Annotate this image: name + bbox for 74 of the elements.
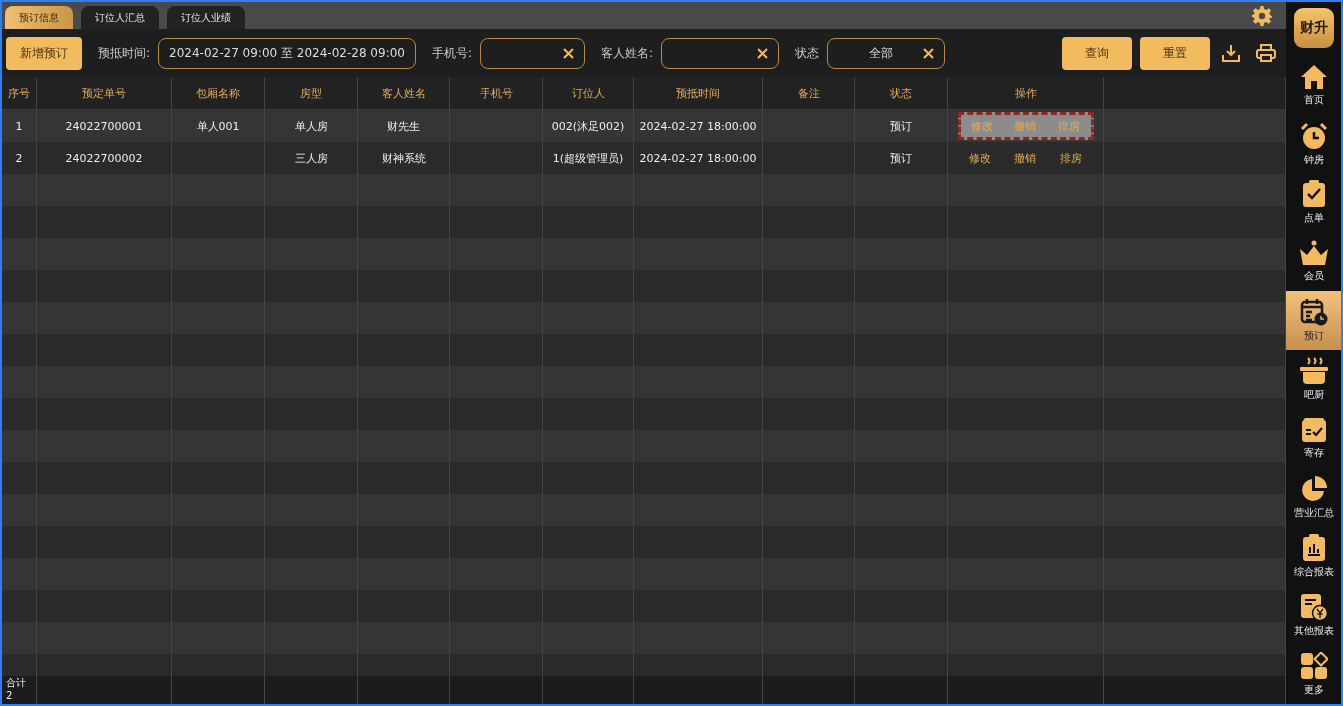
column-header: 状态 — [855, 77, 948, 109]
column-header: 手机号 — [450, 77, 543, 109]
table-cell: 预订 — [890, 118, 912, 134]
sidebar-item[interactable]: 会员 — [1286, 232, 1341, 292]
sidebar-item[interactable]: 预订 — [1286, 291, 1341, 351]
filter-label: 客人姓名: — [601, 44, 654, 62]
crown-icon — [1298, 240, 1329, 267]
column-header: 客人姓名 — [358, 77, 450, 109]
clear-icon[interactable] — [757, 47, 769, 59]
table-cell: 2024-02-27 18:00:00 — [639, 119, 757, 133]
sidebar-item[interactable]: 钟房 — [1286, 114, 1341, 174]
column-header: 备注 — [763, 77, 855, 109]
clear-icon[interactable] — [923, 47, 935, 59]
tab[interactable]: 订位人汇总 — [81, 6, 159, 29]
action-link[interactable]: 修改 — [969, 150, 992, 166]
table-cell: 预订 — [890, 150, 912, 166]
table-cell: 单人001 — [196, 118, 240, 134]
print-icon[interactable] — [1256, 44, 1276, 62]
yen-document-icon — [1299, 593, 1328, 622]
filter-field[interactable]: 2024-02-27 09:00 至 2024-02-28 09:00 — [158, 37, 416, 69]
table-cell: 24022700001 — [65, 119, 143, 133]
table-cell: 24022700002 — [65, 151, 143, 165]
sidebar-item[interactable]: 首页 — [1286, 55, 1341, 115]
app-logo: 财升 — [1293, 8, 1334, 48]
storage-check-icon — [1300, 417, 1327, 444]
column-header: 订位人 — [543, 77, 634, 109]
table-cell: 2024-02-27 18:00:00 — [639, 151, 757, 165]
column-header: 房型 — [265, 77, 358, 109]
column-header: 预定单号 — [37, 77, 172, 109]
toolbar-button[interactable]: 重置 — [1140, 36, 1210, 70]
filter-label: 手机号: — [431, 44, 472, 62]
tab[interactable]: 订位人业绩 — [167, 6, 245, 29]
clear-icon[interactable] — [563, 47, 574, 59]
column-header: 预抵时间 — [634, 77, 763, 109]
table-cell: 2 — [15, 151, 23, 165]
calendar-clock-icon — [1299, 298, 1328, 327]
filter-field[interactable] — [480, 37, 585, 69]
filter-field[interactable] — [661, 37, 780, 69]
action-link[interactable]: 排房 — [1059, 150, 1082, 166]
steaming-pot-icon — [1298, 357, 1329, 386]
download-icon[interactable] — [1222, 44, 1240, 62]
filter-label: 状态 — [795, 44, 820, 62]
column-header: 包厢名称 — [172, 77, 265, 109]
toolbar-button[interactable]: 查询 — [1062, 36, 1132, 70]
add-reservation-button[interactable]: 新增预订 — [6, 36, 82, 70]
grid-shapes-icon — [1299, 651, 1328, 680]
settings-icon[interactable] — [1252, 6, 1272, 26]
table-cell: 财神系统 — [381, 150, 426, 166]
sidebar-item[interactable]: 点单 — [1286, 173, 1341, 233]
total-count: 2 — [6, 689, 13, 702]
tab[interactable]: 预订信息 — [5, 6, 73, 29]
filter-field[interactable]: 全部 — [827, 37, 946, 69]
column-header: 序号 — [2, 77, 37, 109]
alarm-clock-icon — [1299, 121, 1328, 150]
table-cell: 单人房 — [294, 118, 328, 134]
clipboard-check-icon — [1301, 180, 1326, 209]
report-chart-icon — [1301, 534, 1326, 563]
table-cell: 三人房 — [294, 150, 328, 166]
column-header: 操作 — [948, 77, 1104, 109]
sidebar-item[interactable]: 其他报表 — [1286, 586, 1341, 645]
sidebar-item[interactable]: 营业汇总 — [1286, 468, 1341, 528]
home-icon — [1299, 63, 1328, 90]
filter-label: 预抵时间: — [98, 44, 151, 62]
pie-chart-icon — [1299, 475, 1328, 504]
table-cell: 财先生 — [387, 118, 420, 134]
table-cell: 1(超级管理员) — [552, 150, 624, 166]
table-cell: 002(沐足002) — [551, 118, 625, 134]
sidebar-item[interactable]: 更多 — [1286, 645, 1341, 704]
sidebar-item[interactable]: 综合报表 — [1286, 527, 1341, 587]
total-label: 合计 — [6, 676, 26, 689]
table-cell: 1 — [15, 119, 23, 133]
sidebar-item[interactable]: 吧厨 — [1286, 350, 1341, 410]
action-link[interactable]: 撤销 — [1014, 150, 1037, 166]
sidebar-item[interactable]: 寄存 — [1286, 409, 1341, 469]
